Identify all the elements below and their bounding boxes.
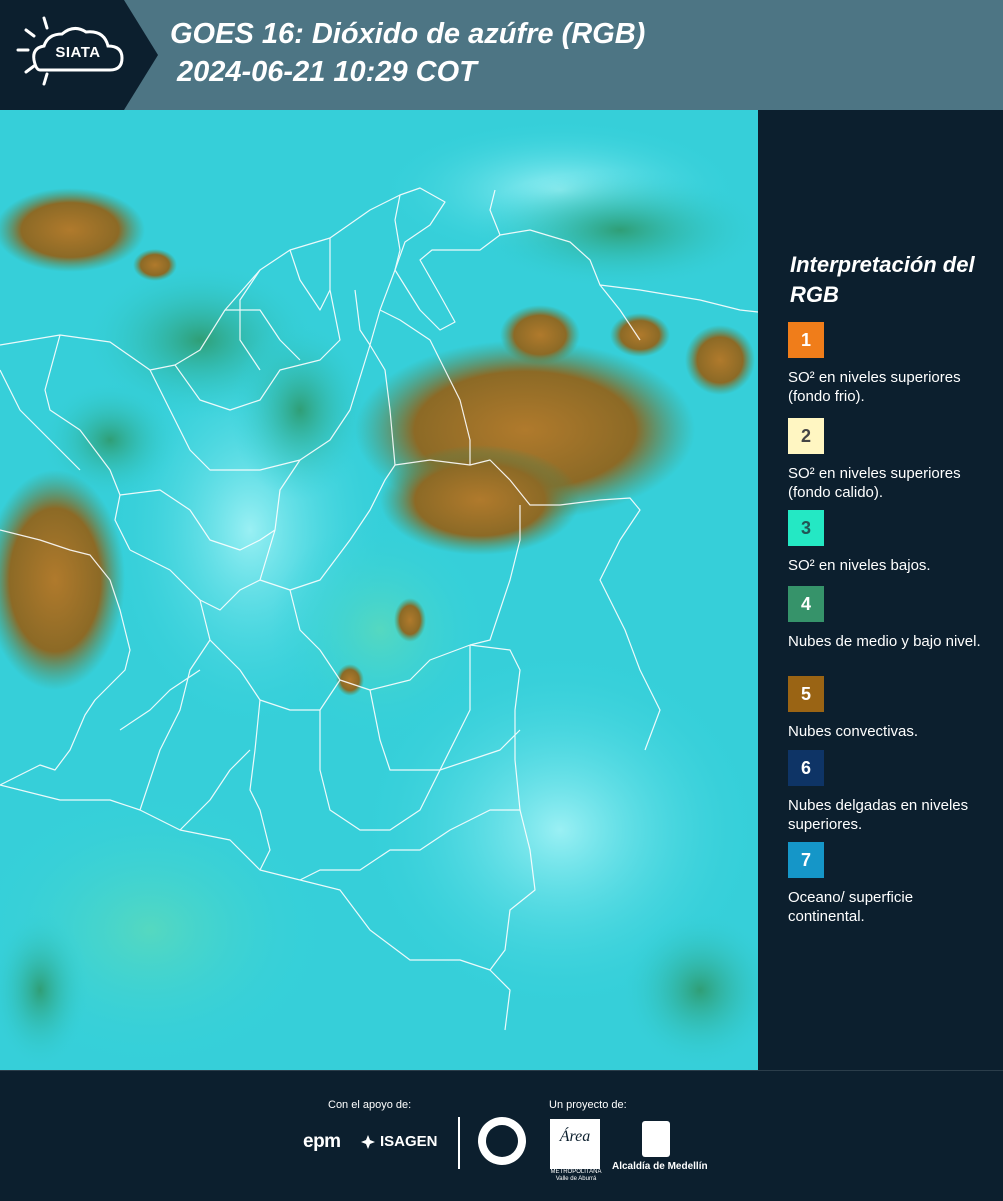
alcaldia-logo-text[interactable]: Alcaldía de Medellín — [612, 1161, 708, 1172]
area-metropolitana-subtitle: METROPOLITANA Valle de Aburrá — [550, 1169, 602, 1182]
legend-item-7: 7 Oceano/ superficie continental. — [788, 842, 988, 926]
legend-swatch-3: 3 — [788, 510, 824, 546]
legend-label-7: Oceano/ superficie continental. — [788, 889, 914, 925]
legend-label-2: SO² en niveles superiores (fondo calido)… — [788, 465, 961, 501]
legend-swatch-7: 7 — [788, 842, 824, 878]
legend-item-2: 2 SO² en niveles superiores (fondo calid… — [788, 418, 988, 502]
siata-logo-text: SIATA — [55, 44, 101, 61]
legend-label-4: Nubes de medio y bajo nivel. — [788, 633, 981, 650]
isagen-text: ISAGEN — [380, 1133, 438, 1150]
medellin-seal-icon[interactable] — [478, 1117, 526, 1165]
legend-title: Interpretación del RGB — [790, 252, 975, 307]
legend-item-4: 4 Nubes de medio y bajo nivel. — [788, 586, 988, 651]
siata-logo[interactable]: SIATA — [0, 0, 160, 110]
project-label: Un proyecto de: — [549, 1099, 627, 1111]
legend-item-1: 1 SO² en niveles superiores (fondo frio)… — [788, 322, 988, 406]
footer-divider — [458, 1117, 460, 1169]
support-label: Con el apoyo de: — [328, 1099, 412, 1111]
satellite-map[interactable] — [0, 110, 758, 1070]
legend-swatch-5: 5 — [788, 676, 824, 712]
isagen-logo[interactable]: ISAGEN — [360, 1133, 438, 1150]
legend-swatch-1: 1 — [788, 322, 824, 358]
legend-label-5: Nubes convectivas. — [788, 723, 919, 740]
area-metropolitana-logo[interactable]: Área — [550, 1119, 600, 1169]
legend-item-6: 6 Nubes delgadas en niveles superiores. — [788, 750, 988, 834]
legend-label-6: Nubes delgadas en niveles superiores. — [788, 797, 969, 833]
legend-item-5: 5 Nubes convectivas. — [788, 676, 988, 741]
legend-label-1: SO² en niveles superiores (fondo frio). — [788, 369, 961, 405]
footer: Con el apoyo de: Un proyecto de: epm ISA… — [0, 1070, 1003, 1201]
legend-swatch-2: 2 — [788, 418, 824, 454]
epm-logo[interactable]: epm — [303, 1131, 341, 1153]
header-bar: SIATA GOES 16: Dióxido de azúfre (RGB) 2… — [0, 0, 1003, 110]
legend-label-3: SO² en niveles bajos. — [788, 557, 931, 574]
legend-item-3: 3 SO² en niveles bajos. — [788, 510, 988, 575]
legend-panel: Interpretación del RGB 1 SO² en niveles … — [766, 110, 1003, 1070]
page-title: GOES 16: Dióxido de azúfre (RGB) — [170, 18, 646, 50]
isagen-icon — [361, 1134, 375, 1149]
legend-swatch-6: 6 — [788, 750, 824, 786]
alcaldia-emblem-icon[interactable] — [642, 1121, 670, 1157]
timestamp: 2024-06-21 10:29 COT — [177, 56, 477, 88]
legend-swatch-4: 4 — [788, 586, 824, 622]
satellite-imagery — [0, 110, 758, 1070]
